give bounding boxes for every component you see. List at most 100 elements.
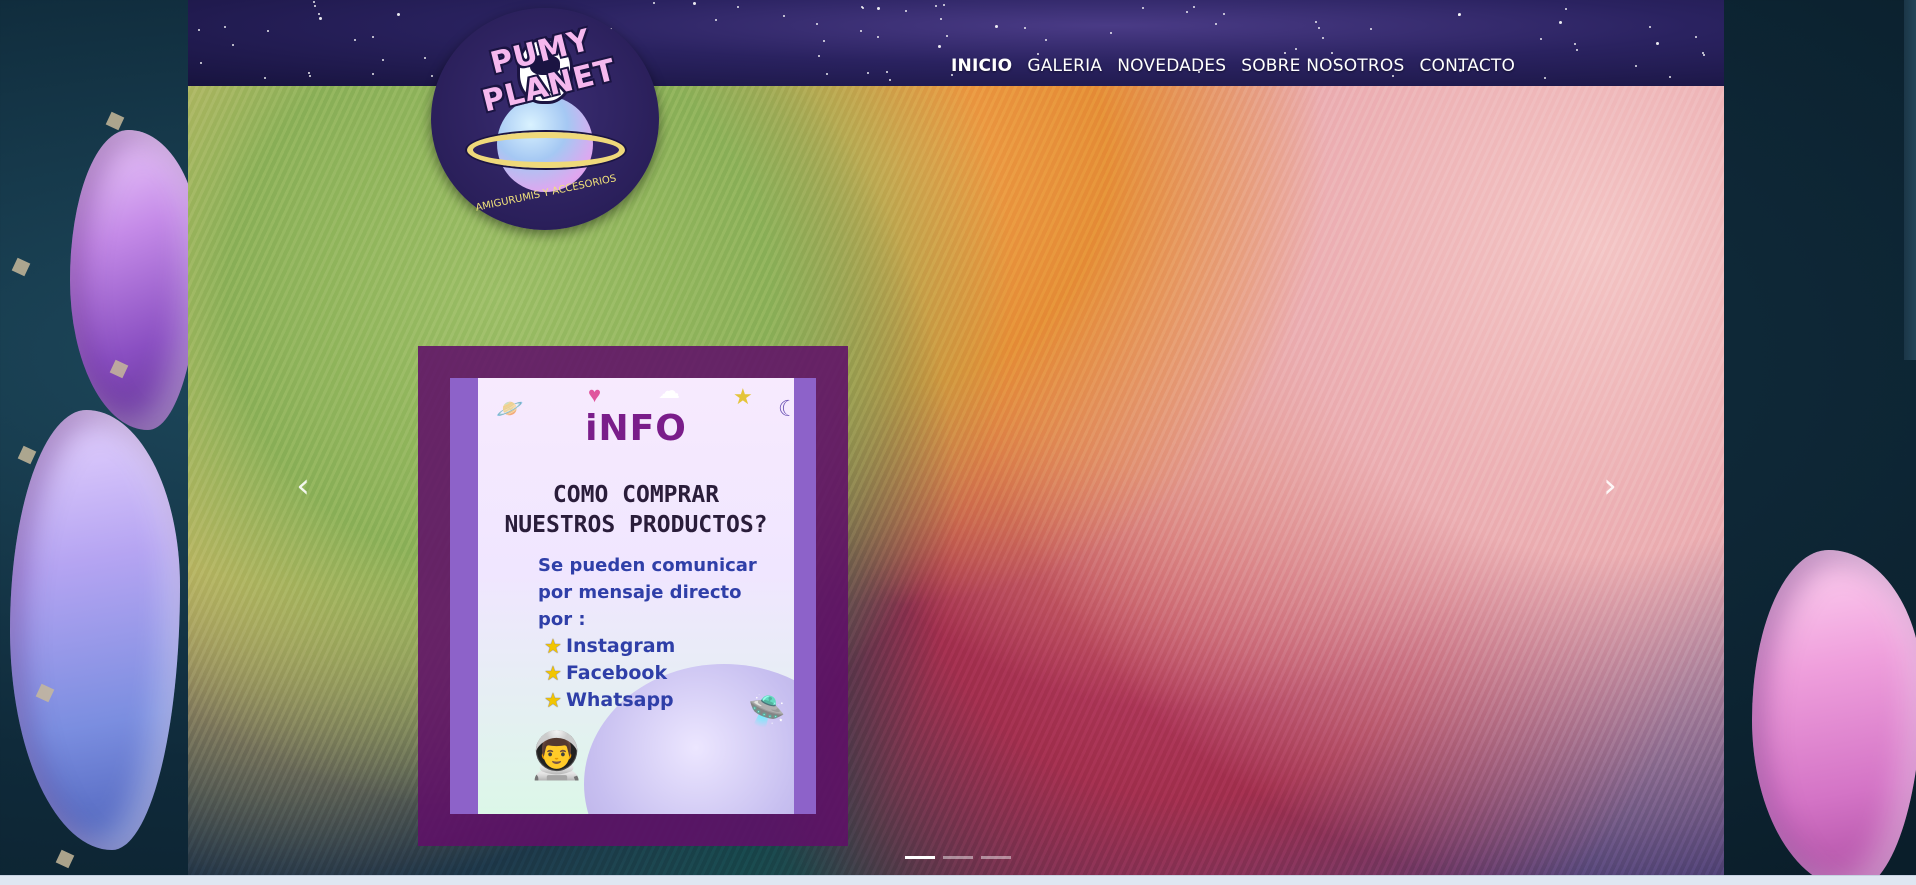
star-decor [653, 2, 655, 4]
channel-item: ★ Whatsapp [544, 686, 675, 713]
star-decor [1223, 13, 1225, 15]
star-decor [1370, 28, 1372, 30]
star-decor [224, 26, 226, 28]
channel-label: Instagram [565, 634, 676, 657]
page-scrollbar[interactable] [1904, 0, 1916, 360]
star-decor [816, 23, 818, 25]
slider-dot[interactable] [943, 856, 973, 859]
hero-slideshow: 🪐 ♥ ☁ ★ ☾ iNFO COMO COMPRAR NUESTROS PRO… [188, 86, 1724, 875]
confetti-decor [55, 849, 75, 869]
nav-item-galeria[interactable]: GALERIA [1027, 56, 1102, 76]
star-decor [861, 6, 863, 8]
slider-next-button[interactable]: › [1598, 466, 1622, 506]
main-nav: INICIO GALERIA NOVEDADES SOBRE NOSOTROS … [951, 56, 1515, 76]
info-body: Se pueden comunicar por mensaje directo … [538, 552, 778, 633]
star-decor [818, 55, 820, 57]
planet-ring-graphic [467, 132, 625, 168]
star-decor [431, 75, 433, 77]
blue-blob-decor [10, 410, 180, 850]
star-decor [946, 35, 948, 37]
star-decor [1392, 75, 1394, 77]
star-decor [1315, 21, 1317, 23]
star-decor [424, 57, 426, 59]
star-decor [1459, 69, 1462, 72]
purple-blob-decor [70, 130, 188, 430]
site-logo[interactable]: PUMY PLANET AMIGURUMIS Y ACCESORIOS [431, 8, 659, 230]
pink-blob-decor [1752, 550, 1916, 885]
star-decor [1576, 49, 1578, 51]
star-decor [737, 6, 739, 8]
info-body-line: por : [538, 609, 586, 630]
info-body-line: Se pueden comunicar [538, 555, 757, 576]
info-body-line: por mensaje directo [538, 582, 742, 603]
slider-dot[interactable] [981, 856, 1011, 859]
star-decor [826, 73, 828, 75]
star-decor [1284, 52, 1286, 54]
confetti-decor [17, 445, 37, 465]
cloud-icon: ☁ [658, 378, 680, 403]
star-decor [1198, 71, 1200, 73]
star-decor [783, 15, 785, 17]
star-decor [951, 74, 953, 76]
channel-item: ★ Instagram [544, 632, 675, 659]
star-decor [715, 19, 717, 21]
star-decor [995, 25, 998, 28]
channel-item: ★ Facebook [544, 659, 675, 686]
star-decor [313, 1, 315, 3]
star-decor [1559, 21, 1562, 24]
channel-label: Facebook [565, 661, 668, 684]
star-decor [1458, 14, 1460, 16]
slider-dots [905, 856, 1011, 859]
channel-label: Whatsapp [565, 688, 674, 711]
slider-dot[interactable] [905, 856, 935, 859]
star-decor [397, 13, 400, 16]
star-icon: ★ [544, 687, 562, 712]
nav-item-inicio[interactable]: INICIO [951, 56, 1012, 76]
star-decor [1656, 42, 1659, 45]
star-icon: ★ [544, 660, 562, 685]
nav-item-novedades[interactable]: NOVEDADES [1117, 56, 1226, 76]
footer-strip [0, 875, 1916, 885]
star-decor [309, 75, 311, 77]
star-decor [905, 10, 907, 12]
star-decor [1669, 76, 1671, 78]
star-decor [200, 62, 202, 64]
star-decor [877, 36, 879, 38]
star-decor [372, 73, 374, 75]
star-decor [823, 40, 825, 42]
star-icon: ★ [733, 384, 753, 409]
star-decor [935, 5, 937, 7]
star-decor [372, 36, 374, 38]
star-decor [1142, 7, 1144, 9]
info-heading-line: NUESTROS PRODUCTOS? [504, 512, 768, 538]
star-decor [940, 18, 942, 20]
star-decor [867, 72, 869, 74]
site-header: INICIO GALERIA NOVEDADES SOBRE NOSOTROS … [188, 0, 1724, 86]
star-decor [1565, 8, 1567, 10]
nav-item-sobre-nosotros[interactable]: SOBRE NOSOTROS [1241, 56, 1404, 76]
star-decor [1649, 26, 1651, 28]
heart-icon: ♥ [588, 382, 602, 407]
star-decor [267, 30, 269, 32]
star-decor [889, 79, 891, 81]
star-decor [1318, 27, 1320, 29]
channel-list: ★ Instagram ★ Facebook ★ Whatsapp [544, 632, 675, 713]
star-decor [1540, 38, 1542, 40]
info-title: iNFO [585, 408, 687, 449]
confetti-decor [11, 257, 31, 277]
star-decor [1037, 53, 1039, 55]
astronaut-icon: 👨‍🚀 [528, 729, 586, 781]
star-decor [314, 5, 316, 7]
star-decor [1295, 48, 1297, 50]
star-decor [1045, 39, 1047, 41]
nav-item-contacto[interactable]: CONTACTO [1419, 56, 1515, 76]
star-decor [1322, 37, 1324, 39]
star-decor [860, 30, 862, 32]
star-decor [319, 17, 322, 20]
star-decor [1215, 23, 1217, 25]
slider-prev-button[interactable]: ‹ [291, 466, 315, 506]
star-decor [1110, 32, 1112, 34]
star-decor [1193, 6, 1195, 8]
star-decor [1024, 27, 1026, 29]
star-decor [198, 29, 200, 31]
